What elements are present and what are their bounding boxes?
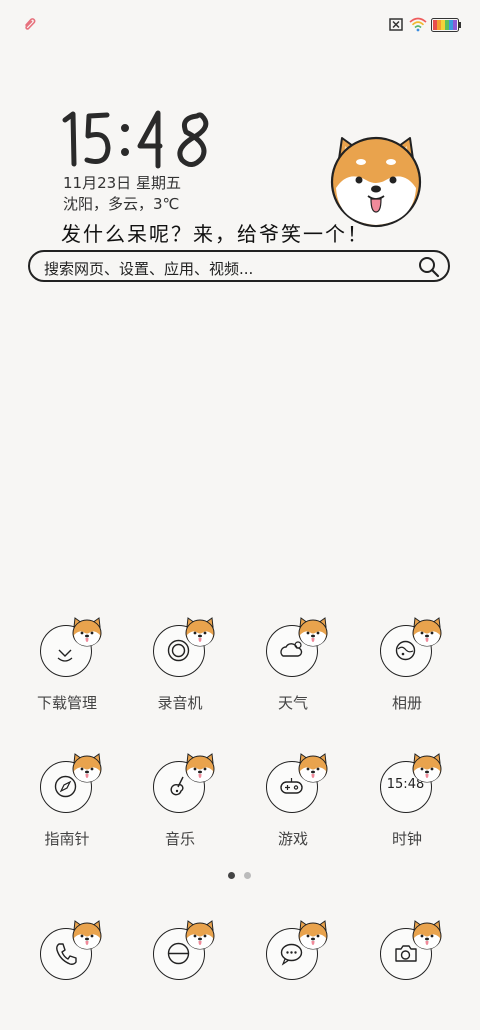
app-label: 下载管理 [36, 694, 97, 712]
app-label: 指南针 [44, 830, 90, 848]
app-label: 录音机 [157, 694, 203, 712]
shiba-badge-icon [298, 617, 328, 647]
dock-messages[interactable] [243, 920, 343, 1030]
shiba-badge-icon [185, 753, 215, 783]
paperclip-icon [25, 18, 36, 30]
shiba-badge-icon [72, 920, 102, 950]
app-label: 相册 [391, 694, 422, 712]
app-label: 天气 [277, 694, 308, 712]
battery-icon [431, 18, 461, 32]
date-text: 11月23日 星期五 [63, 174, 181, 192]
shiba-badge-icon [412, 617, 442, 647]
shiba-dog-mascot [330, 136, 422, 228]
dock-phone[interactable] [17, 920, 117, 1030]
app-label: 游戏 [277, 830, 308, 848]
slogan-text: 发什么呆呢？来，给爷笑一个！ [61, 222, 369, 246]
page-dot-2[interactable] [244, 872, 251, 879]
dock-camera[interactable] [357, 920, 457, 1030]
dock-browser[interactable] [130, 920, 230, 1030]
app-guitar[interactable]: 音乐 [130, 753, 230, 863]
search-icon[interactable] [418, 256, 440, 278]
app-gamepad[interactable]: 游戏 [243, 753, 343, 863]
app-label: 音乐 [164, 830, 195, 848]
shiba-badge-icon [412, 920, 442, 950]
app-label: 时钟 [391, 830, 422, 848]
weather-text[interactable]: 沈阳，多云，3℃ [63, 193, 179, 214]
sim-off-icon [389, 18, 403, 31]
clock-time[interactable] [62, 108, 222, 170]
shiba-badge-icon [185, 920, 215, 950]
shiba-badge-icon [72, 617, 102, 647]
shiba-badge-icon [298, 753, 328, 783]
page-dot-1[interactable] [228, 872, 235, 879]
shiba-badge-icon [412, 753, 442, 783]
shiba-badge-icon [185, 617, 215, 647]
app-clock[interactable]: 15:48 时钟 [357, 753, 457, 863]
app-compass[interactable]: 指南针 [17, 753, 117, 863]
shiba-badge-icon [298, 920, 328, 950]
app-weather[interactable]: 天气 [243, 617, 343, 727]
search-input[interactable]: 搜索网页、设置、应用、视频... [44, 258, 253, 279]
shiba-badge-icon [72, 753, 102, 783]
app-gallery[interactable]: 相册 [357, 617, 457, 727]
app-recorder[interactable]: 录音机 [130, 617, 230, 727]
page-indicator[interactable] [228, 872, 254, 880]
search-bar[interactable]: 搜索网页、设置、应用、视频... [28, 250, 450, 282]
wifi-icon [409, 17, 427, 32]
app-download[interactable]: 下载管理 [17, 617, 117, 727]
